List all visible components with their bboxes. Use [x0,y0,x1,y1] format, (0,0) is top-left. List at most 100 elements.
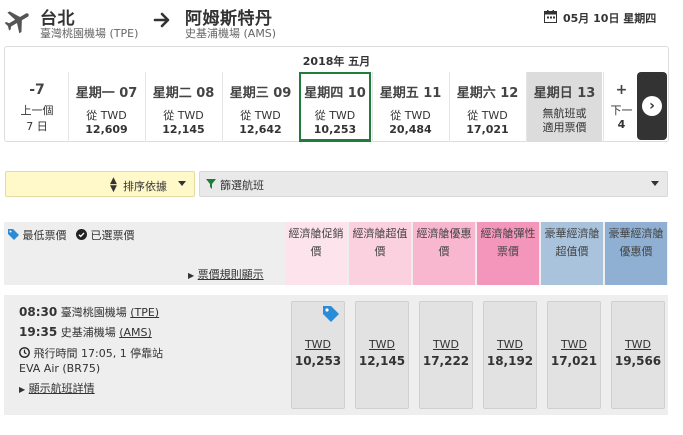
fare-option-card[interactable]: TWD 10,253 [291,301,345,409]
date-option-09[interactable]: 星期三 09 從 TWD 12,642 [222,72,298,142]
fare-currency: TWD [560,338,588,351]
destination-airport: 史基浦機場 (AMS) [185,27,277,40]
flight-details-label: 顯示航班詳情 [28,382,95,395]
date-option-from: 從 TWD [240,109,281,122]
fare-option-card[interactable]: TWD 19,566 [611,301,665,409]
next-week-label: + [615,82,628,98]
date-option-day: 星期六 12 [456,86,519,101]
prev-week-label: -7 [29,82,45,98]
date-option-from: 從 TWD [86,109,127,122]
fare-currency: TWD [304,338,332,351]
date-option-day: 星期一 07 [75,86,138,101]
fare-column-header: 豪華經濟艙優惠價 [605,222,667,285]
date-option-note: 無航班或 [542,107,587,120]
fare-amount: 18,192 [486,354,534,368]
fare-legend: 最低票價 已選票價 [8,227,135,243]
date-option-12[interactable]: 星期六 12 從 TWD 17,021 [449,72,525,142]
date-option-from: 從 TWD [390,109,431,122]
filter-icon [206,179,216,189]
fare-column-header: 經濟艙超值價 [349,222,411,285]
price-tag-icon [8,229,19,240]
departure-line: 08:30 臺灣桃園機場 (TPE) [19,304,159,320]
fare-column-header: 經濟艙彈性票價 [477,222,539,285]
arrival-airport: 史基浦機場 [60,326,116,339]
fare-currency: TWD [368,338,396,351]
fare-column-header: 經濟艙促銷價 [285,222,347,285]
fare-currency: TWD [432,338,460,351]
date-option-13-unavailable: 星期日 13 無航班或 適用票價 [526,72,602,142]
next-week-button[interactable]: + 下一 4 [603,72,639,142]
date-option-day: 星期五 11 [379,86,442,101]
next-week-line1: 下一 [610,104,633,117]
airline-name: EVA Air (BR75) [19,362,101,375]
date-option-price: 20,484 [389,123,432,136]
flight-row: 08:30 臺灣桃園機場 (TPE) 19:35 史基浦機場 (AMS) 飛行時… [4,295,668,415]
departure-airport: 臺灣桃園機場 [60,306,127,319]
date-option-note: 適用票價 [542,121,587,134]
sort-label: 排序依據 [123,180,167,193]
flight-details-link[interactable]: ▶ 顯示航班詳情 [19,380,95,396]
check-circle-icon [76,229,87,240]
origin-airport: 臺灣桃園機場 (TPE) [40,27,139,40]
filter-dropdown[interactable]: 篩選航班 [199,171,668,197]
fare-option-card[interactable]: TWD 12,145 [355,301,409,409]
fare-amount: 19,566 [614,354,662,368]
lowest-fare-label: 最低票價 [22,229,67,242]
year-month-label: 2018年 五月 [302,55,371,68]
triangle-right-icon: ▶ [19,385,26,394]
triangle-right-icon: ▶ [188,271,195,280]
date-option-from: 從 TWD [467,109,508,122]
arrival-time: 19:35 [19,325,58,339]
prev-week-line2: 7 日 [26,120,48,133]
date-option-07[interactable]: 星期一 07 從 TWD 12,609 [68,72,144,142]
chevron-down-icon [178,181,186,186]
date-option-day: 星期三 09 [229,86,292,101]
date-option-price: 12,145 [162,123,205,136]
date-option-price: 17,021 [466,123,509,136]
flight-duration: 飛行時間 17:05, 1 停靠站 [33,347,164,360]
calendar-icon [544,10,557,23]
date-option-day: 星期二 08 [152,86,215,101]
scroll-next-button[interactable]: › [637,72,667,140]
date-option-08[interactable]: 星期二 08 從 TWD 12,145 [145,72,221,142]
date-option-day: 星期日 13 [533,86,596,101]
next-week-line2: 4 [617,118,626,131]
date-option-price: 12,642 [239,123,282,136]
fare-header: 最低票價 已選票價 ▶ 票價規則顯示 經濟艙促銷價 經濟艙超值價 經濟艙優惠價 … [4,222,668,285]
fare-amount: 17,021 [550,354,598,368]
prev-week-line1: 上一個 [20,104,54,117]
date-option-10-selected[interactable]: 星期四 10 從 TWD 10,253 [299,72,371,142]
filter-label: 篩選航班 [220,179,264,192]
arrival-code: (AMS) [119,326,152,339]
fare-option-card[interactable]: TWD 17,222 [419,301,473,409]
date-option-from: 從 TWD [163,109,204,122]
fare-currency: TWD [496,338,524,351]
fare-rules-label: 票價規則顯示 [197,268,264,281]
departure-code: (TPE) [130,306,160,319]
fare-option-card[interactable]: TWD 18,192 [483,301,537,409]
fare-amount: 10,253 [294,354,342,368]
airplane-icon [4,11,29,34]
arrow-right-icon [153,12,170,28]
selected-fare-label: 已選票價 [90,229,135,242]
date-option-price: 12,609 [85,123,128,136]
route-header: 台北 臺灣桃園機場 (TPE) 阿姆斯特丹 史基浦機場 (AMS) 05月 10… [0,0,683,44]
date-option-price: 10,253 [313,123,357,136]
prev-week-button[interactable]: -7 上一個 7 日 [7,72,67,142]
sort-dropdown[interactable]: ▲ ▼ 排序依據 [5,171,195,197]
fare-rules-link[interactable]: ▶ 票價規則顯示 [188,266,264,282]
chevron-down-icon [651,181,659,186]
fare-option-card[interactable]: TWD 17,021 [547,301,601,409]
fare-column-header: 豪華經濟艙超值價 [541,222,603,285]
fare-amount: 17,222 [422,354,470,368]
travel-date: 05月 10日 星期四 [563,12,657,25]
date-option-11[interactable]: 星期五 11 從 TWD 20,484 [372,72,448,142]
date-option-from: 從 TWD [314,109,356,122]
date-option-day: 星期四 10 [304,86,366,101]
duration-line: 飛行時間 17:05, 1 停靠站 [19,345,163,361]
price-tag-icon [323,306,339,322]
chevron-right-icon: › [642,96,662,116]
fare-column-header: 經濟艙優惠價 [413,222,475,285]
arrival-line: 19:35 史基浦機場 (AMS) [19,324,152,340]
fare-amount: 12,145 [358,354,406,368]
